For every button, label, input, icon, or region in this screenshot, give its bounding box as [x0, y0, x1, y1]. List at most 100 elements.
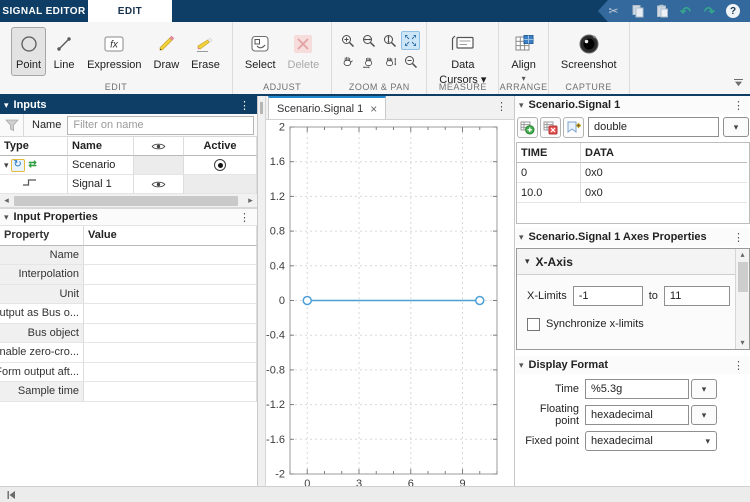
screenshot-button[interactable]: Screenshot — [556, 27, 622, 76]
signal-panel-header[interactable]: ▾ Scenario.Signal 1 ⋮ — [515, 96, 750, 114]
signal-plot[interactable]: 0 3 6 9 -2 -1.6 -1.2 -0.8 -0.4 0 0.4 0.8 1.2 1.6 2 — [266, 120, 514, 490]
property-value-field[interactable] — [84, 304, 257, 324]
document-tab-scenario-signal1[interactable]: Scenario.Signal 1 × — [268, 96, 387, 119]
axes-properties-header[interactable]: ▾ Scenario.Signal 1 Axes Properties ⋮ — [515, 228, 750, 246]
align-button[interactable]: Align ▾ — [506, 27, 540, 87]
select-button[interactable]: Select — [240, 27, 281, 76]
axes-vscrollbar[interactable]: ▴ ▾ — [735, 249, 749, 349]
property-row[interactable]: Output as Bus o... — [0, 304, 257, 324]
collapse-panel-icon[interactable] — [6, 490, 17, 500]
line-button[interactable]: Line — [48, 27, 80, 76]
time-format-combobox[interactable]: %5.3g — [585, 379, 689, 399]
display-format-header[interactable]: ▾ Display Format ⋮ — [515, 356, 750, 374]
redo-icon[interactable]: ↷ — [702, 4, 717, 19]
property-row[interactable]: Form output aft... — [0, 362, 257, 382]
zoom-in-button[interactable] — [338, 31, 357, 50]
floating-format-dropdown-button[interactable]: ▾ — [691, 405, 717, 425]
property-row[interactable]: Bus object — [0, 323, 257, 343]
zoom-out-button[interactable] — [401, 52, 420, 71]
inputs-panel-header[interactable]: ▾ Inputs ⋮ — [0, 96, 257, 114]
fit-to-view-button[interactable] — [401, 31, 421, 50]
zoom-in-y-button[interactable] — [380, 31, 399, 50]
time-data-row[interactable]: 10.0 0x0 — [517, 183, 749, 203]
filter-funnel-icon[interactable] — [0, 113, 24, 137]
data-type-combobox[interactable]: double — [588, 117, 719, 137]
input-properties-header[interactable]: ▾ Input Properties ⋮ — [0, 208, 257, 226]
tab-signal-editor[interactable]: SIGNAL EDITOR — [0, 0, 88, 22]
insert-row-button[interactable] — [563, 116, 584, 138]
time-data-row[interactable]: 0 0x0 — [517, 163, 749, 183]
inputs-kebab-icon[interactable]: ⋮ — [236, 99, 253, 112]
property-value-field[interactable] — [84, 265, 257, 285]
property-value-field[interactable] — [84, 323, 257, 343]
input-row-signal1[interactable]: Signal 1 — [0, 175, 257, 194]
copy-icon[interactable] — [630, 4, 645, 19]
document-kebab-icon[interactable]: ⋮ — [493, 100, 510, 113]
undo-icon[interactable]: ↶ — [678, 4, 693, 19]
close-tab-icon[interactable]: × — [370, 102, 377, 116]
pan-button[interactable] — [338, 52, 357, 71]
sync-xlimits-checkbox[interactable] — [527, 317, 540, 331]
display-format-kebab-icon[interactable]: ⋮ — [730, 359, 747, 372]
x-min-input[interactable] — [572, 286, 643, 306]
expand-caret-icon[interactable]: ▾ — [4, 160, 9, 171]
time-format-dropdown-button[interactable]: ▾ — [691, 379, 717, 399]
axes-properties-kebab-icon[interactable]: ⋮ — [730, 231, 747, 244]
property-value-field[interactable] — [84, 343, 257, 363]
property-row[interactable]: Sample time — [0, 382, 257, 402]
data-cell[interactable]: 0x0 — [581, 183, 747, 203]
panel-splitter[interactable] — [258, 96, 266, 486]
scroll-left-icon[interactable]: ◂ — [0, 195, 13, 206]
section-capture: Screenshot CAPTURE — [549, 22, 630, 94]
floating-format-combobox[interactable]: hexadecimal — [585, 405, 689, 425]
svg-text:-0.4: -0.4 — [266, 330, 285, 342]
help-icon[interactable]: ? — [726, 4, 740, 18]
expression-button[interactable]: fx Expression — [82, 27, 146, 76]
time-cell[interactable]: 0 — [517, 163, 581, 183]
scroll-right-icon[interactable]: ▸ — [244, 195, 257, 206]
property-value-field[interactable] — [84, 245, 257, 265]
property-row[interactable]: Name — [0, 245, 257, 265]
hscroll-thumb[interactable] — [14, 196, 239, 206]
add-row-button[interactable] — [517, 116, 538, 138]
x-axis-section-header[interactable]: ▾ X-Axis — [517, 249, 749, 275]
floating-format-label: Floating point — [539, 403, 579, 427]
property-value-field[interactable] — [84, 284, 257, 304]
filter-input[interactable] — [67, 115, 254, 135]
data-cursors-button[interactable]: Data Cursors ▾ — [434, 27, 491, 90]
signal-panel-kebab-icon[interactable]: ⋮ — [730, 99, 747, 112]
delete-row-button[interactable] — [540, 116, 561, 138]
erase-button[interactable]: Erase — [186, 27, 225, 76]
input-properties-kebab-icon[interactable]: ⋮ — [236, 211, 253, 224]
x-max-input[interactable] — [663, 286, 730, 306]
time-cell[interactable]: 10.0 — [517, 183, 581, 203]
input-row-scenario[interactable]: ▾ ↻ ⇄ Scenario — [0, 156, 257, 175]
vscroll-thumb[interactable] — [737, 262, 748, 292]
zoom-in-x-button[interactable] — [359, 31, 378, 50]
property-row[interactable]: Unit — [0, 284, 257, 304]
data-type-dropdown-button[interactable]: ▾ — [723, 117, 749, 137]
fixed-format-combobox[interactable]: hexadecimal ▾ — [585, 431, 717, 451]
active-radio[interactable] — [184, 156, 257, 175]
property-row[interactable]: Enable zero-cro... — [0, 343, 257, 363]
inputs-hscrollbar[interactable]: ◂ ▸ — [0, 194, 257, 208]
draw-button[interactable]: Draw — [149, 27, 185, 76]
visibility-eye-icon[interactable] — [134, 175, 184, 194]
cut-icon[interactable]: ✂ — [606, 4, 621, 19]
property-value-field[interactable] — [84, 362, 257, 382]
splitter-grip[interactable] — [260, 102, 263, 114]
tab-edit[interactable]: EDIT — [88, 0, 172, 22]
scroll-up-icon[interactable]: ▴ — [740, 249, 744, 261]
paste-icon[interactable] — [654, 4, 669, 19]
property-value-field[interactable] — [84, 382, 257, 402]
dropdown-caret-icon: ▾ — [705, 435, 710, 446]
data-cell[interactable]: 0x0 — [581, 163, 747, 183]
collapse-toolstrip-icon[interactable] — [733, 78, 744, 90]
scroll-down-icon[interactable]: ▾ — [740, 337, 744, 349]
property-row[interactable]: Interpolation — [0, 265, 257, 285]
section-label-edit: EDIT — [104, 82, 128, 92]
pan-y-button[interactable] — [380, 52, 399, 71]
pan-x-button[interactable] — [359, 52, 378, 71]
point-button[interactable]: Point — [11, 27, 47, 76]
delete-button[interactable]: Delete — [283, 27, 325, 76]
